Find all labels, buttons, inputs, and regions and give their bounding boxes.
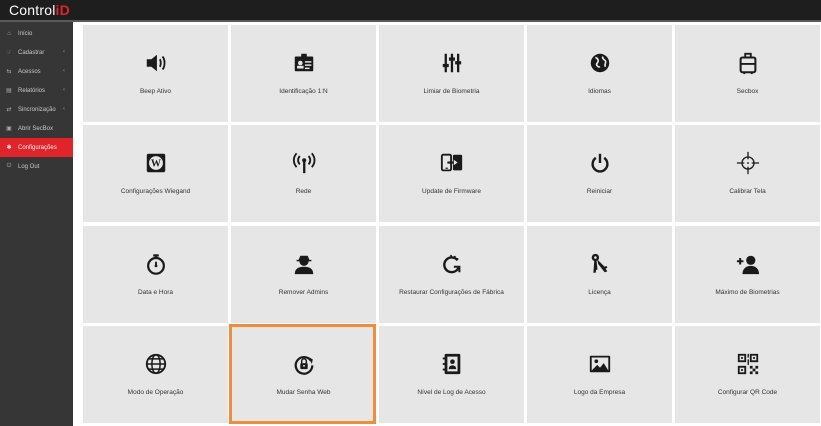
settings-tile-label: Restaurar Configurações de Fábrica [399,289,504,296]
settings-tile[interactable]: Nível de Log de Acesso [379,326,524,423]
sliders-icon [379,50,524,76]
keys-icon [527,251,672,277]
sidebar-item-7[interactable]: ⏻ Log Out [0,157,73,176]
sidebar-item-label: Início [18,30,33,37]
settings-tile[interactable]: Update de Firmware [379,125,524,222]
settings-tile[interactable]: Secbox [675,25,820,122]
settings-tile-label: Secbox [736,88,759,95]
sidebar-item-6[interactable]: ✱ Configurações [0,138,73,157]
unlock-icon: ▣ [6,126,12,132]
settings-tile[interactable]: Restaurar Configurações de Fábrica [379,226,524,323]
settings-tile-label: Mudar Senha Web [276,389,331,396]
settings-tile[interactable]: Identificação 1:N [231,25,376,122]
sidebar-item-4[interactable]: ⇄ Sincronização ‹ [0,100,73,119]
settings-tile-label: Update de Firmware [422,188,481,195]
settings-tile[interactable]: Máximo de Biometrias [675,226,820,323]
add-user-icon [675,251,820,277]
sidebar-item-1[interactable]: ☞ Cadastrar ‹ [0,43,73,62]
globe-grid-icon [83,351,228,377]
settings-tile[interactable]: Configurar QR Code [675,326,820,423]
settings-tile-label: Logo da Empresa [573,389,626,396]
settings-tile[interactable]: W Configurações Wiegand [83,125,228,222]
sidebar-item-3[interactable]: ▤ Relatórios ‹ [0,81,73,100]
settings-tile[interactable]: Logo da Empresa [527,326,672,423]
stopwatch-icon [83,251,228,277]
controlid-logo: ControliD [9,1,70,19]
logo-text: Control [9,2,56,18]
settings-tile-label: Rede [295,188,312,195]
report-icon: ▤ [6,88,12,94]
qr-code-icon [675,351,820,377]
sidebar-item-label: Log Out [18,163,40,170]
wireless-icon [231,150,376,176]
sidebar-item-2[interactable]: ⇆ Acessos ‹ [0,62,73,81]
sidebar-item-label: Acessos [18,68,41,75]
sidebar-item-label: Sincronização [18,106,56,113]
chevron-left-icon: ‹ [63,87,65,93]
settings-tile[interactable]: Reiniciar [527,125,672,222]
settings-tile-label: Remover Admins [278,289,329,296]
settings-grid: Beep Ativo Identificação 1:N Limiar de Bio… [73,22,821,426]
wiegand-icon: W [83,150,228,176]
chevron-left-icon: ‹ [63,49,65,55]
add-user-icon: ☞ [6,50,12,56]
settings-tile-label: Identificação 1:N [279,88,328,95]
settings-tile-label: Beep Ativo [139,88,172,95]
settings-tile[interactable]: Limiar de Biometria [379,25,524,122]
settings-tile[interactable]: Licença [527,226,672,323]
settings-tile[interactable]: Mudar Senha Web [231,326,376,423]
sidebar-item-label: Abrir SecBox [18,125,54,132]
settings-tile-label: Configurações Wiegand [120,188,191,195]
logout-icon: ⏻ [6,163,12,169]
settings-tile-label: Limiar de Biometria [423,88,480,95]
sync-icon: ⇄ [6,107,12,113]
settings-tile-label: Calibrar Tela [729,188,766,195]
contact-book-icon [379,351,524,377]
settings-tile[interactable]: Modo de Operação [83,326,228,423]
settings-tile-label: Idiomas [588,88,611,95]
user-spy-icon [231,251,376,277]
sidebar-item-label: Relatórios [18,87,46,94]
sidebar-item-label: Configurações [18,144,57,151]
top-bar: ControliD [0,0,821,20]
settings-icon: ✱ [6,145,12,151]
sidebar: ⌂ Início ☞ Cadastrar ‹ ⇆ Acessos ‹ ▤ Relatórios ‹ ⇄… [0,22,73,426]
chevron-left-icon: ‹ [63,68,65,74]
chevron-left-icon: ‹ [63,106,65,112]
settings-tile-label: Nível de Log de Acesso [417,389,486,396]
restore-icon [379,251,524,277]
settings-tile[interactable]: Idiomas [527,25,672,122]
picture-icon [527,351,672,377]
settings-tile-label: Modo de Operação [127,389,184,396]
logo-mark: iD [55,2,70,18]
settings-tile[interactable]: Data e Hora [83,226,228,323]
sidebar-item-5[interactable]: ▣ Abrir SecBox [0,119,73,138]
globe-icon [527,50,672,76]
svg-text:W: W [150,159,160,170]
speaker-icon [83,50,228,76]
crosshair-icon [675,150,820,176]
access-icon: ⇆ [6,69,12,75]
settings-tile-label: Reiniciar [586,188,613,195]
settings-tile-label: Máximo de Biometrias [715,289,780,296]
settings-tile-label: Configurar QR Code [717,389,778,396]
settings-tile-label: Data e Hora [137,289,174,296]
luggage-icon [675,50,820,76]
settings-tile-label: Licença [588,289,611,296]
settings-tile[interactable]: Rede [231,125,376,222]
lock-rotate-icon [231,351,376,377]
sidebar-item-label: Cadastrar [18,49,45,56]
power-icon [527,150,672,176]
settings-tile[interactable]: Calibrar Tela [675,125,820,222]
home-icon: ⌂ [7,30,11,37]
settings-tile[interactable]: Remover Admins [231,226,376,323]
settings-tile[interactable]: Beep Ativo [83,25,228,122]
firmware-update-icon [379,150,524,176]
id-card-icon [231,50,376,76]
sidebar-item-0[interactable]: ⌂ Início [0,24,73,43]
